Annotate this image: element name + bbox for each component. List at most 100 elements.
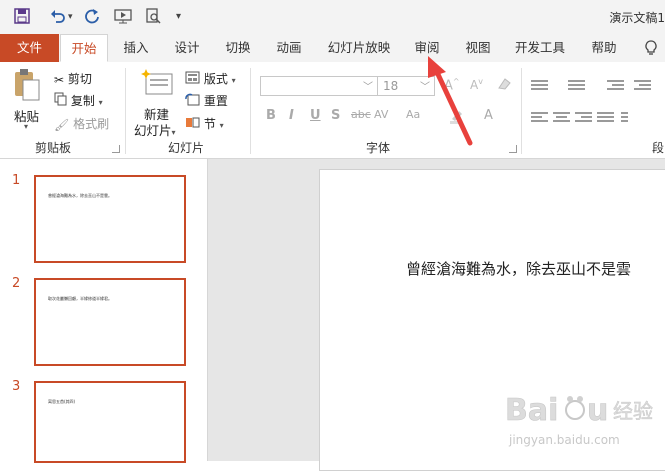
italic-button[interactable]: I bbox=[289, 108, 294, 123]
document-title: 演示文稿1 bbox=[609, 11, 665, 25]
clear-formatting-icon[interactable] bbox=[496, 76, 512, 95]
font-launcher-icon[interactable] bbox=[509, 145, 517, 153]
section-icon bbox=[185, 116, 200, 134]
numbering-icon[interactable] bbox=[568, 80, 585, 93]
new-slide-label-2: 幻灯片 bbox=[134, 123, 172, 138]
change-case-button[interactable]: Aa bbox=[406, 108, 420, 121]
svg-text:u: u bbox=[587, 393, 608, 428]
quick-access-toolbar: ▾ ▾ 演示文稿1 bbox=[0, 0, 665, 34]
section-button[interactable]: 节 ▾ bbox=[185, 115, 224, 133]
group-divider bbox=[521, 68, 522, 154]
copy-dropdown-icon: ▾ bbox=[98, 98, 103, 107]
bold-button[interactable]: B bbox=[266, 108, 276, 123]
slide-thumbnail-2[interactable]: 取次花叢懶回顧，半緣修道半緣君。 bbox=[34, 278, 186, 366]
highlight-icon[interactable] bbox=[448, 108, 464, 127]
tab-help[interactable]: 帮助 bbox=[584, 34, 624, 62]
tab-animations[interactable]: 动画 bbox=[269, 34, 309, 62]
font-color-button[interactable]: A bbox=[484, 108, 493, 123]
clipboard-launcher-icon[interactable] bbox=[112, 145, 120, 153]
format-painter-icon: 🖌 bbox=[54, 117, 70, 132]
lightbulb-icon[interactable] bbox=[640, 34, 662, 62]
decrease-font-icon[interactable]: Av bbox=[470, 77, 483, 92]
bullets-icon[interactable] bbox=[531, 80, 548, 93]
thumbnail-text: 曾經滄海難為水，除去巫山不是雲。 bbox=[48, 193, 112, 198]
paste-dropdown-icon: ▾ bbox=[24, 122, 29, 131]
font-size-value: 18 bbox=[383, 79, 399, 93]
customize-qat-icon[interactable]: ▾ bbox=[176, 8, 181, 26]
layout-button[interactable]: 版式 ▾ bbox=[185, 70, 236, 88]
shadow-button[interactable]: S bbox=[331, 108, 340, 123]
reset-icon bbox=[185, 93, 200, 111]
undo-dropdown-icon[interactable]: ▾ bbox=[68, 8, 73, 26]
new-slide-icon bbox=[141, 69, 173, 95]
increase-indent-icon[interactable] bbox=[634, 80, 651, 93]
layout-dropdown-icon: ▾ bbox=[231, 76, 236, 85]
layout-label: 版式 bbox=[203, 72, 228, 86]
print-preview-icon[interactable] bbox=[145, 8, 161, 26]
new-slide-button[interactable]: 新建 幻灯片▾ bbox=[132, 68, 182, 138]
tab-view[interactable]: 视图 bbox=[458, 34, 498, 62]
ribbon-tabs: 文件 开始 插入 设计 切换 动画 幻灯片放映 审阅 视图 开发工具 帮助 bbox=[0, 34, 665, 63]
align-right-icon[interactable] bbox=[575, 112, 592, 125]
slide-thumbnail-1[interactable]: 曾經滄海難為水，除去巫山不是雲。 bbox=[34, 175, 186, 263]
layout-icon bbox=[185, 71, 200, 89]
strikethrough-button[interactable]: abc bbox=[351, 108, 371, 121]
svg-text:经验: 经验 bbox=[613, 399, 653, 423]
align-left-icon[interactable] bbox=[531, 112, 548, 125]
format-painter-button[interactable]: 🖌 格式刷 bbox=[54, 115, 109, 133]
scissors-icon: ✂ bbox=[54, 72, 65, 87]
start-from-beginning-icon[interactable] bbox=[114, 8, 132, 26]
baidu-paw-icon: Bai u 经验 bbox=[505, 393, 654, 429]
align-center-icon[interactable] bbox=[553, 112, 570, 125]
slide-thumbnail-3[interactable]: 离思五首(其四) bbox=[34, 381, 186, 463]
watermark-url: jingyan.baidu.com bbox=[509, 433, 620, 447]
font-size-combo[interactable]: 18 ﹀ bbox=[377, 76, 435, 96]
chevron-down-icon: ﹀ bbox=[420, 82, 430, 93]
format-painter-label: 格式刷 bbox=[73, 117, 110, 131]
decrease-indent-icon[interactable] bbox=[607, 80, 624, 93]
cut-label: 剪切 bbox=[67, 72, 92, 86]
cut-button[interactable]: ✂ 剪切 bbox=[54, 70, 92, 88]
tab-insert[interactable]: 插入 bbox=[116, 34, 156, 62]
chevron-down-icon: ﹀ bbox=[363, 82, 373, 93]
tab-file[interactable]: 文件 bbox=[0, 34, 59, 62]
slide-text-box[interactable]: 曾經滄海難為水，除去巫山不是雲 bbox=[406, 258, 631, 279]
reset-button[interactable]: 重置 bbox=[185, 92, 228, 110]
thumbnail-text: 离思五首(其四) bbox=[48, 399, 76, 404]
increase-font-icon[interactable]: A^ bbox=[444, 77, 460, 93]
copy-label: 复制 bbox=[70, 94, 95, 108]
section-label: 节 bbox=[203, 117, 216, 131]
save-icon[interactable] bbox=[14, 8, 30, 26]
slide-number: 1 bbox=[12, 173, 21, 188]
group-divider bbox=[125, 68, 126, 154]
tab-design[interactable]: 设计 bbox=[167, 34, 207, 62]
svg-text:Bai: Bai bbox=[505, 393, 558, 428]
tab-transitions[interactable]: 切换 bbox=[218, 34, 258, 62]
paragraph-group-label: 段 bbox=[652, 141, 665, 155]
justify-icon[interactable] bbox=[597, 112, 614, 125]
section-dropdown-icon: ▾ bbox=[219, 121, 224, 130]
redo-icon[interactable] bbox=[84, 8, 100, 26]
slide-number: 2 bbox=[12, 276, 21, 291]
undo-icon[interactable] bbox=[50, 8, 66, 26]
copy-icon bbox=[54, 92, 67, 111]
tab-review[interactable]: 审阅 bbox=[407, 34, 447, 62]
reset-label: 重置 bbox=[203, 94, 228, 108]
tab-developer[interactable]: 开发工具 bbox=[509, 34, 571, 62]
slide-number: 3 bbox=[12, 379, 21, 394]
font-name-combo[interactable]: ﹀ bbox=[260, 76, 378, 96]
character-spacing-button[interactable]: AV bbox=[374, 108, 388, 121]
slides-group-label: 幻灯片 bbox=[168, 141, 205, 155]
new-slide-dropdown-icon: ▾ bbox=[171, 128, 176, 137]
baidu-watermark: Bai u 经验 jingyan.baidu.com bbox=[503, 388, 663, 454]
underline-button[interactable]: U bbox=[310, 108, 321, 123]
slide-thumbnails-pane: 1 曾經滄海難為水，除去巫山不是雲。 2 取次花叢懶回顧，半緣修道半緣君。 3 … bbox=[0, 159, 208, 463]
clipboard-group-label: 剪贴板 bbox=[35, 141, 72, 155]
copy-button[interactable]: 复制 ▾ bbox=[54, 92, 103, 110]
group-divider bbox=[250, 68, 251, 154]
tab-home[interactable]: 开始 bbox=[60, 34, 108, 62]
columns-icon[interactable] bbox=[621, 112, 638, 125]
paste-button[interactable]: 粘贴 ▾ bbox=[12, 68, 48, 131]
tab-slideshow[interactable]: 幻灯片放映 bbox=[322, 34, 396, 62]
ribbon: 粘贴 ▾ ✂ 剪切 复制 ▾ 🖌 格式刷 剪贴板 新建 幻灯片▾ 版式 ▾ 重置… bbox=[0, 62, 665, 159]
